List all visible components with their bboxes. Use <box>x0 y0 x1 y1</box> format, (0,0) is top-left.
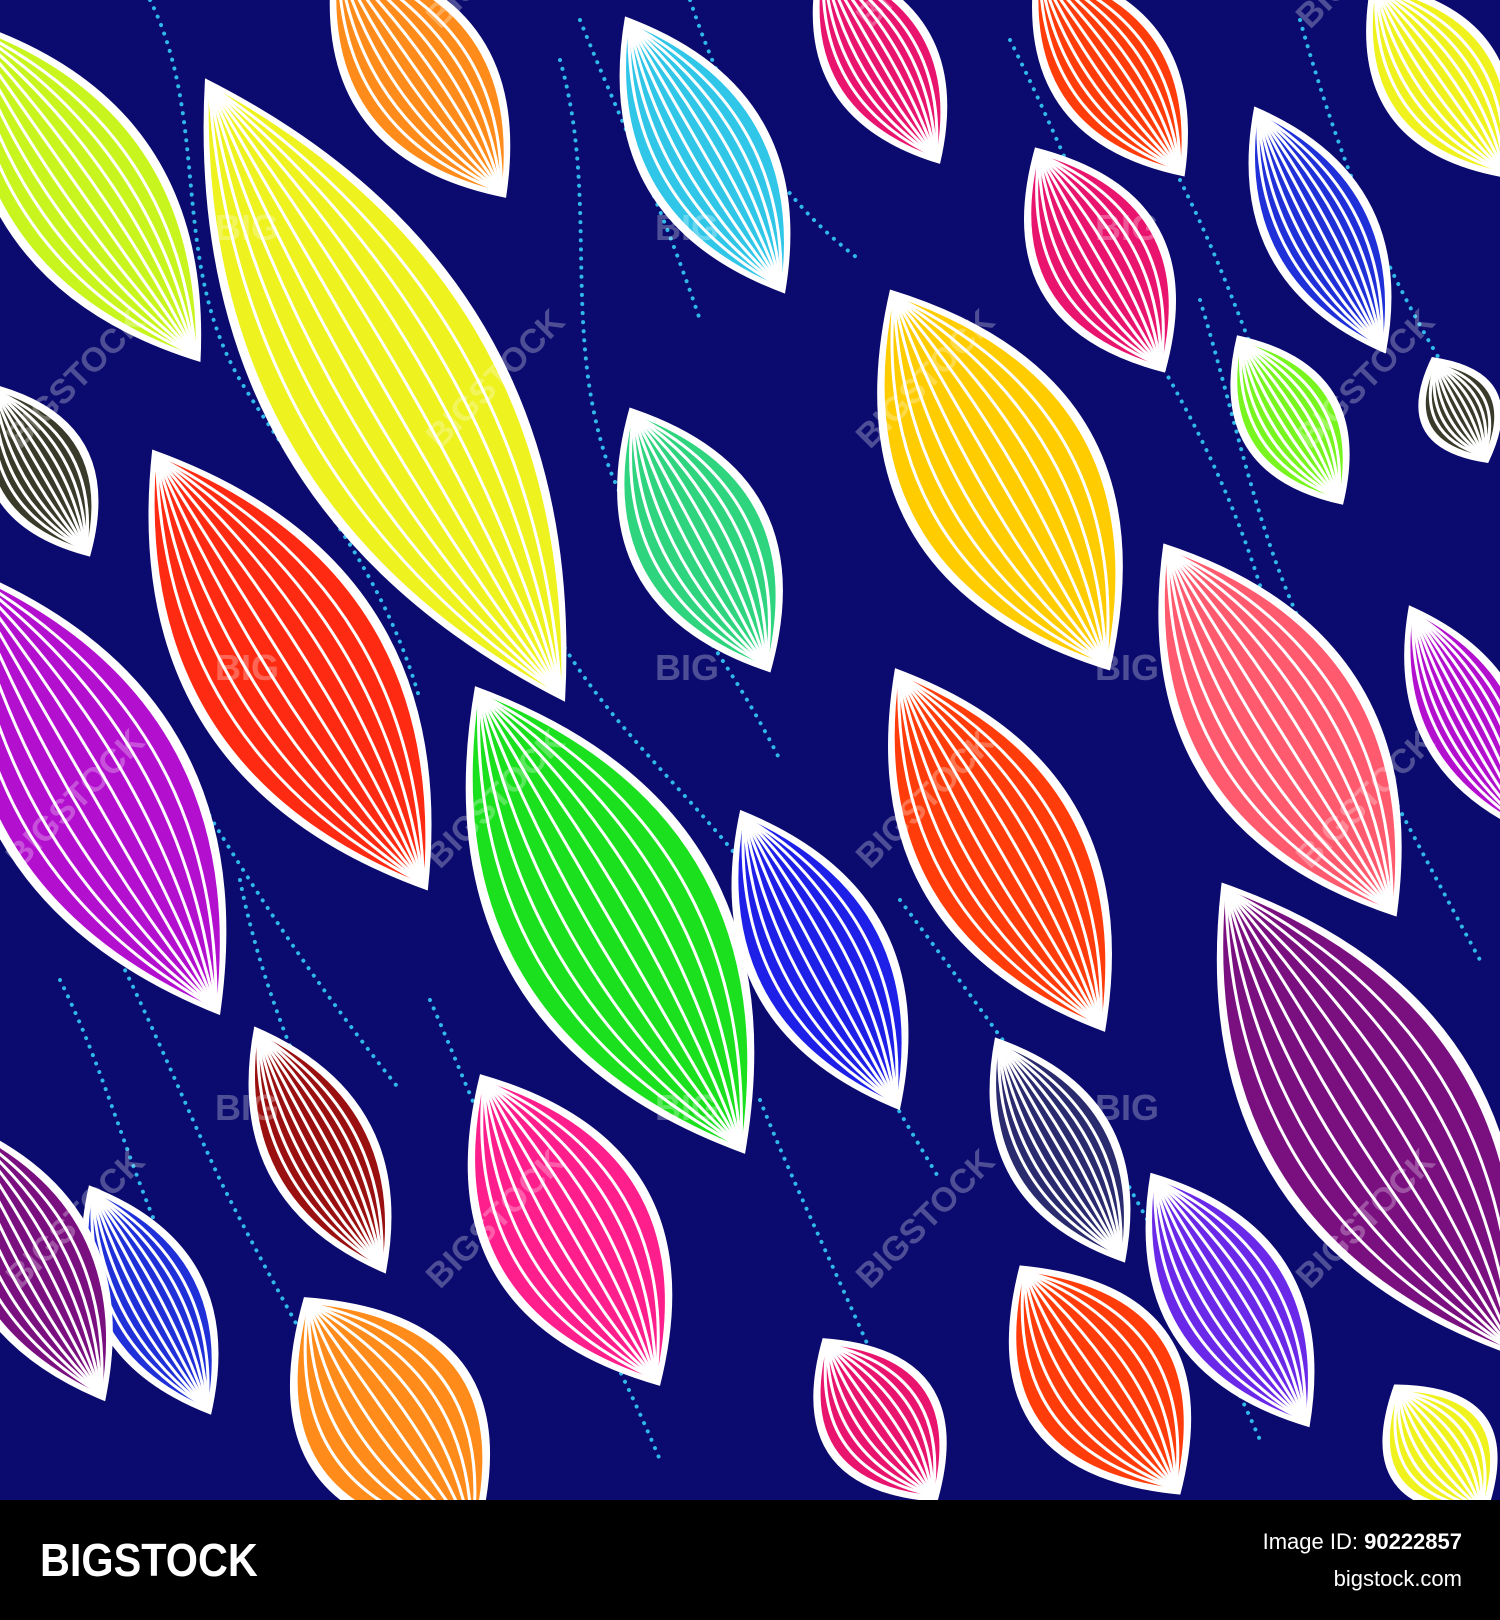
watermark-text: BIG <box>215 647 279 688</box>
site-url: bigstock.com <box>1333 1566 1462 1591</box>
image-id-label: Image ID: 90222857 <box>1263 1529 1462 1555</box>
image-id-number: 90222857 <box>1364 1529 1462 1554</box>
watermark-text: BIG <box>1095 647 1159 688</box>
image-id-caption: Image ID: <box>1262 1529 1358 1554</box>
watermark-text: BIG <box>655 647 719 688</box>
leaf-pattern-canvas: BIGSTOCK BIGSTOCK BIGSTOCKBIGSTOCK BIGSTOCK… <box>0 0 1500 1500</box>
watermark-footer-bar: BIGSTOCK Image ID: 90222857 bigstock.com <box>0 1500 1500 1620</box>
leaf-pattern-artwork: BIGSTOCK BIGSTOCK BIGSTOCK BIGSTOCK BIGSTOCK… <box>0 0 1500 1500</box>
watermark-text: BIG <box>655 207 719 248</box>
bigstock-logo: BIGSTOCK <box>40 1534 258 1586</box>
watermark-text: BIG <box>215 1087 279 1128</box>
watermark-text: BIG <box>655 1087 719 1128</box>
watermark-text: BIG <box>1095 207 1159 248</box>
watermark-text: BIG <box>215 207 279 248</box>
watermark-text: BIG <box>1095 1087 1159 1128</box>
